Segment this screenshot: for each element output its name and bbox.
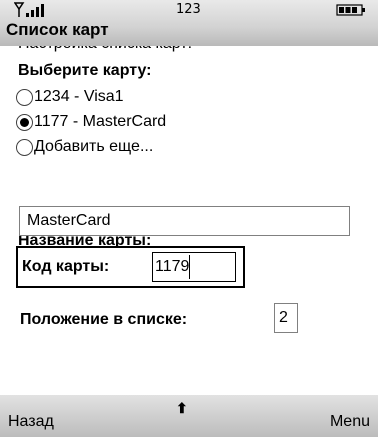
text-caret — [189, 254, 191, 279]
card-code-field[interactable]: Код карты: 1179 — [16, 246, 245, 288]
radio-option-add-more[interactable]: Добавить еще... — [16, 136, 153, 158]
up-arrow-icon[interactable]: ⬆ — [176, 401, 188, 415]
battery-icon — [336, 4, 365, 16]
card-code-label: Код карты: — [22, 258, 110, 275]
menu-softkey[interactable]: Menu — [330, 412, 370, 432]
radio-unchecked-icon[interactable] — [16, 88, 33, 106]
card-code-value: 1179 — [155, 258, 190, 275]
form-content[interactable]: Настройка списка карт: Выберите карту: 1… — [0, 46, 378, 395]
screen-title: Список карт — [6, 20, 109, 39]
choose-card-label: Выберите карту: — [18, 62, 152, 79]
list-position-label: Положение в списке: — [20, 311, 188, 328]
status-text: 123 — [176, 2, 201, 17]
radio-label: Добавить еще... — [34, 138, 154, 155]
radio-option-mastercard[interactable]: 1177 - MasterCard — [16, 111, 166, 133]
radio-label: 1234 - Visa1 — [34, 88, 124, 105]
radio-label: 1177 - MasterCard — [34, 113, 167, 130]
signal-strength-icon — [14, 2, 44, 17]
settings-heading: Настройка списка карт: — [18, 46, 192, 54]
card-code-input[interactable]: 1179 — [152, 252, 236, 282]
softkey-bar: Назад ⬆ Menu — [0, 395, 378, 437]
card-name-input[interactable]: MasterCard — [19, 206, 350, 236]
list-position-input[interactable]: 2 — [274, 303, 298, 333]
status-strip: 123 — [0, 0, 378, 20]
back-softkey[interactable]: Назад — [8, 412, 54, 432]
status-bar: 123 Список карт — [0, 0, 378, 46]
radio-checked-icon[interactable] — [16, 113, 33, 131]
phone-screen: 123 Список карт Настройка списка карт: В… — [0, 0, 378, 437]
radio-unchecked-icon[interactable] — [16, 138, 33, 156]
radio-option-visa[interactable]: 1234 - Visa1 — [16, 86, 124, 108]
